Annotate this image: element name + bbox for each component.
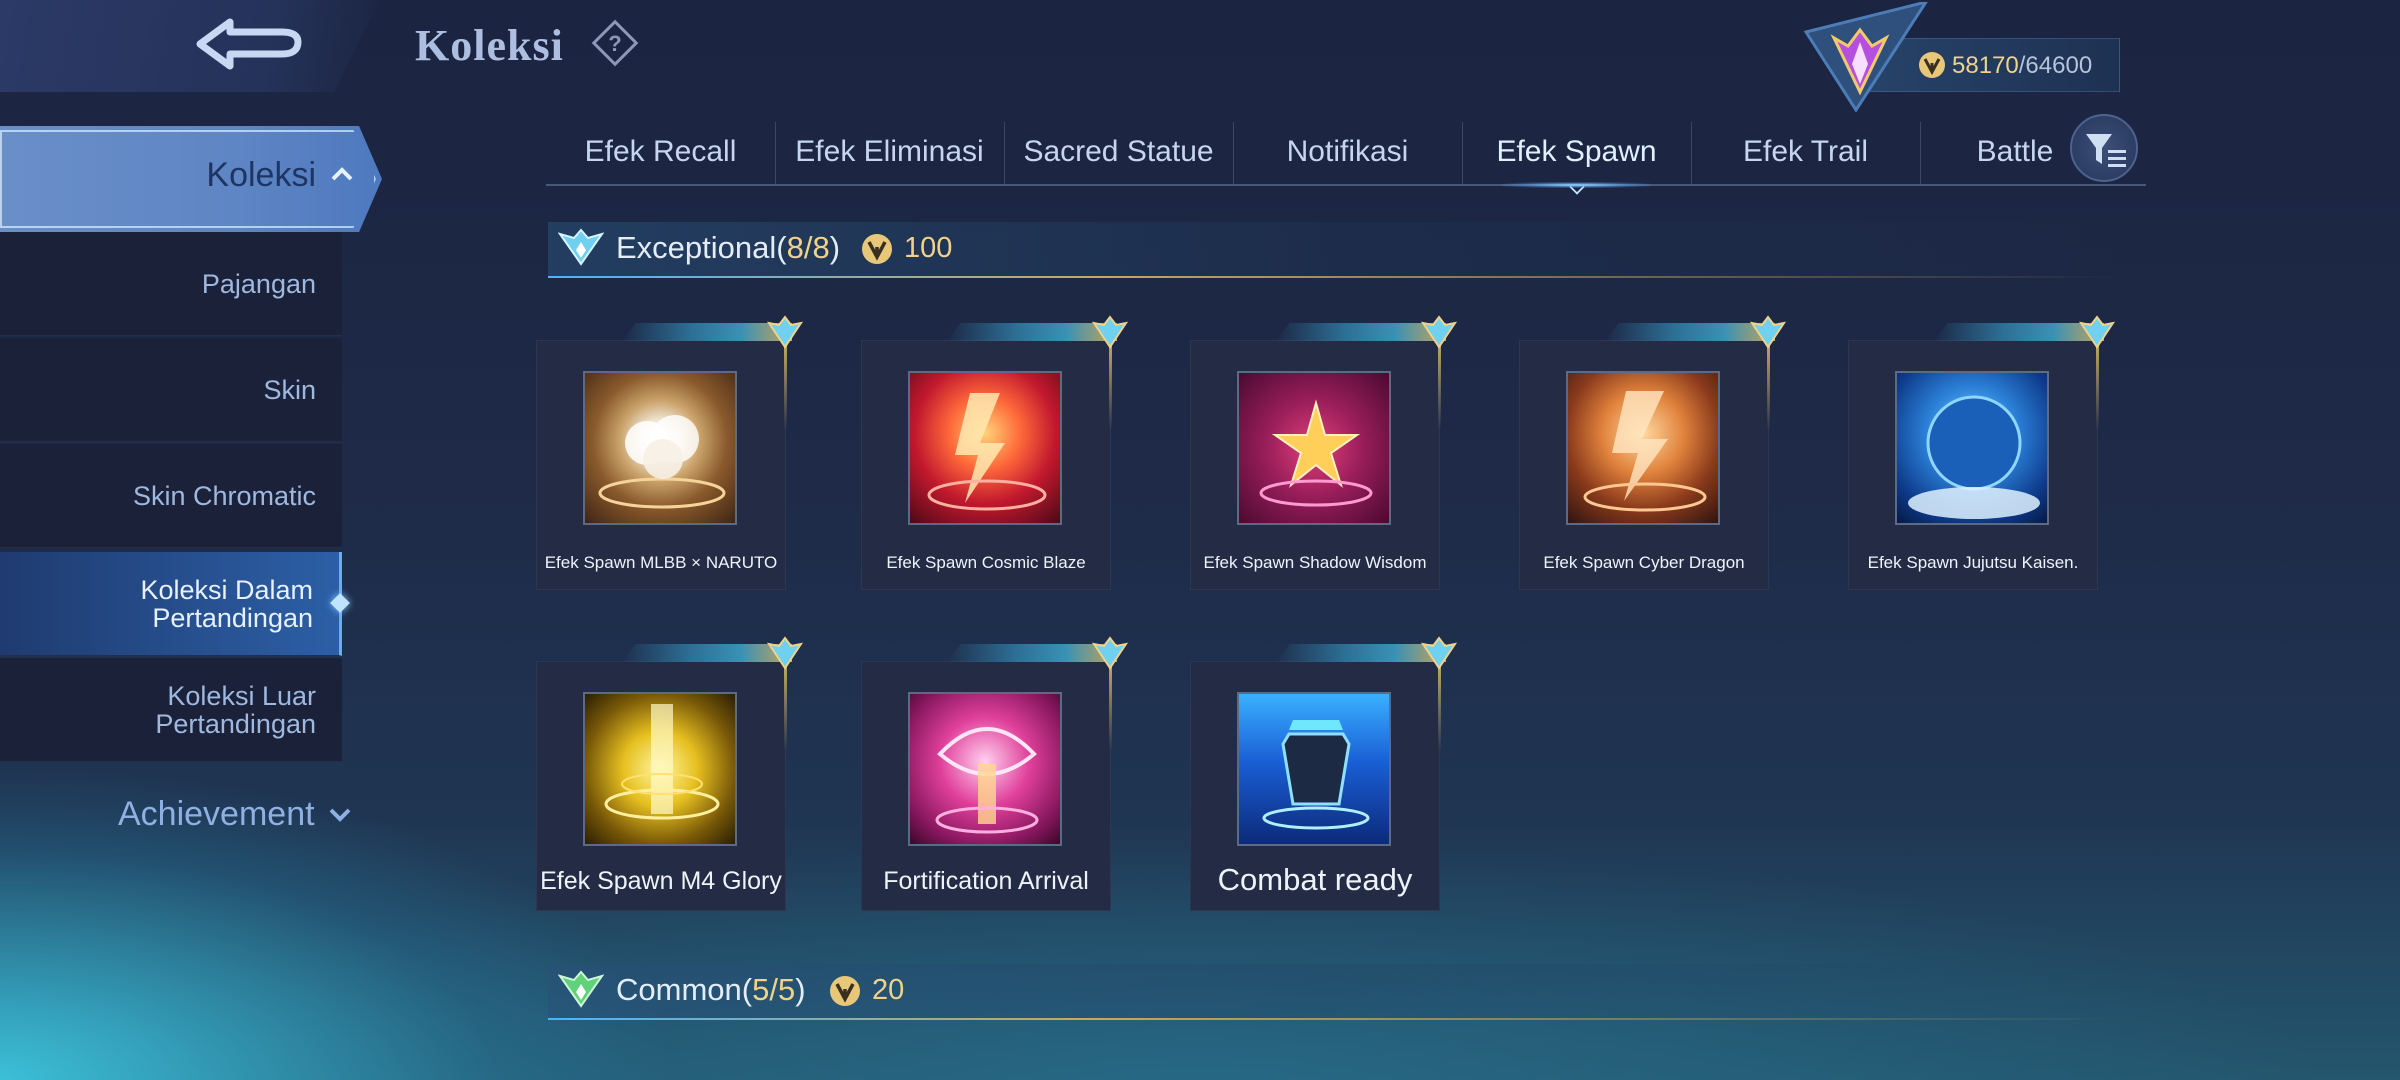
section-header-exceptional: Exceptional(8/8) 100 <box>548 222 2123 278</box>
sidebar-item-label: Achievement <box>118 795 315 833</box>
filter-button[interactable] <box>2070 114 2138 182</box>
tab-efek-recall[interactable]: Efek Recall <box>546 120 775 184</box>
exceptional-badge-icon <box>767 636 803 670</box>
common-rank-icon <box>558 970 604 1008</box>
card-label: Combat ready <box>1217 862 1413 897</box>
sidebar-item-achievement[interactable]: Achievement <box>118 795 351 834</box>
section-header-common: Common(5/5) 20 <box>548 964 2123 1020</box>
tab-notifikasi[interactable]: Notifikasi <box>1233 120 1462 184</box>
exceptional-badge-icon <box>2079 315 2115 349</box>
coin-icon <box>1917 50 1947 85</box>
exceptional-badge-icon <box>1750 315 1786 349</box>
section-points: 100 <box>904 232 953 264</box>
back-arrow-icon <box>196 18 302 70</box>
combat-ready-thumbnail <box>1237 692 1391 846</box>
collection-card[interactable]: Efek Spawn Cyber Dragon <box>1519 315 1786 590</box>
card-label: Efek Spawn Cyber Dragon <box>1543 553 1745 572</box>
selection-indicator <box>330 593 350 613</box>
collection-card[interactable]: Efek Spawn M4 Glory <box>536 636 803 911</box>
card-label: Efek Spawn Shadow Wisdom <box>1203 553 1427 572</box>
sidebar-item-label: Skin <box>263 374 316 405</box>
sidebar-item-label: Koleksi Luar Pertandingan <box>155 680 316 739</box>
exceptional-rank-icon <box>558 228 604 266</box>
sidebar-item-pajangan[interactable]: Pajangan <box>0 232 342 336</box>
section-title: Exceptional(8/8) <box>616 230 841 265</box>
page-title: Koleksi <box>415 21 564 70</box>
collection-card[interactable]: Efek Spawn MLBB × NARUTO <box>536 315 803 590</box>
sidebar-item-label: Koleksi Dalam Pertandingan <box>140 574 313 633</box>
naruto-spawn-thumbnail <box>583 371 737 525</box>
coin-icon <box>862 234 892 264</box>
cyber-dragon-thumbnail <box>1566 371 1720 525</box>
tab-efek-trail[interactable]: Efek Trail <box>1691 120 1920 184</box>
tab-efek-spawn[interactable]: Efek Spawn <box>1462 120 1691 195</box>
section-title: Common(5/5) <box>616 972 806 1007</box>
collection-card[interactable]: Efek Spawn Cosmic Blaze <box>861 315 1128 590</box>
collection-card[interactable]: Fortification Arrival <box>861 636 1128 911</box>
tab-sacred-statue[interactable]: Sacred Statue <box>1004 120 1233 184</box>
currency-amount: 58170/64600 <box>1952 52 2093 79</box>
exceptional-badge-icon <box>1092 315 1128 349</box>
collection-card[interactable]: Efek Spawn Jujutsu Kaisen. <box>1848 315 2115 590</box>
section-points: 20 <box>872 974 905 1006</box>
card-label: Efek Spawn Jujutsu Kaisen. <box>1867 553 2079 572</box>
sidebar-item-label: Koleksi <box>206 156 316 194</box>
coin-icon <box>830 976 860 1006</box>
category-tabs: Efek Recall Efek Eliminasi Sacred Statue… <box>546 120 2146 195</box>
card-label: Efek Spawn M4 Glory <box>540 867 782 895</box>
collection-card[interactable]: Efek Spawn Shadow Wisdom <box>1190 315 1457 590</box>
card-label: Fortification Arrival <box>883 867 1089 895</box>
jujutsu-kaisen-thumbnail <box>1895 371 2049 525</box>
sidebar-item-label: Skin Chromatic <box>132 480 316 511</box>
card-label: Efek Spawn Cosmic Blaze <box>886 553 1086 572</box>
sidebar-item-koleksi-luar-pertandingan[interactable]: Koleksi Luar Pertandingan <box>0 658 342 762</box>
help-icon[interactable]: ? <box>590 18 640 73</box>
shadow-wisdom-thumbnail <box>1237 371 1391 525</box>
exceptional-badge-icon <box>1421 636 1457 670</box>
tab-efek-eliminasi[interactable]: Efek Eliminasi <box>775 120 1004 184</box>
svg-text:?: ? <box>608 31 621 56</box>
filter-icon <box>2086 134 2126 167</box>
m4-glory-thumbnail <box>583 692 737 846</box>
exceptional-badge-icon <box>767 315 803 349</box>
sidebar-item-koleksi-dalam-pertandingan[interactable]: Koleksi Dalam Pertandingan <box>0 552 350 656</box>
sidebar-item-skin-chromatic[interactable]: Skin Chromatic <box>0 444 342 548</box>
sidebar-item-skin[interactable]: Skin <box>0 338 342 442</box>
exceptional-badge-icon <box>1092 636 1128 670</box>
exceptional-badge-icon <box>1421 315 1457 349</box>
rank-emblem-icon <box>1796 0 1936 117</box>
cosmic-blaze-thumbnail <box>908 371 1062 525</box>
chevron-up-icon <box>331 167 353 181</box>
card-label: Efek Spawn MLBB × NARUTO <box>544 553 778 572</box>
back-button[interactable] <box>0 0 380 92</box>
collection-card[interactable]: Combat ready <box>1190 636 1457 911</box>
sidebar-item-label: Pajangan <box>201 268 316 299</box>
sidebar-item-koleksi[interactable]: Koleksi <box>0 126 382 232</box>
fortification-arrival-thumbnail <box>908 692 1062 846</box>
chevron-down-icon <box>329 808 351 822</box>
